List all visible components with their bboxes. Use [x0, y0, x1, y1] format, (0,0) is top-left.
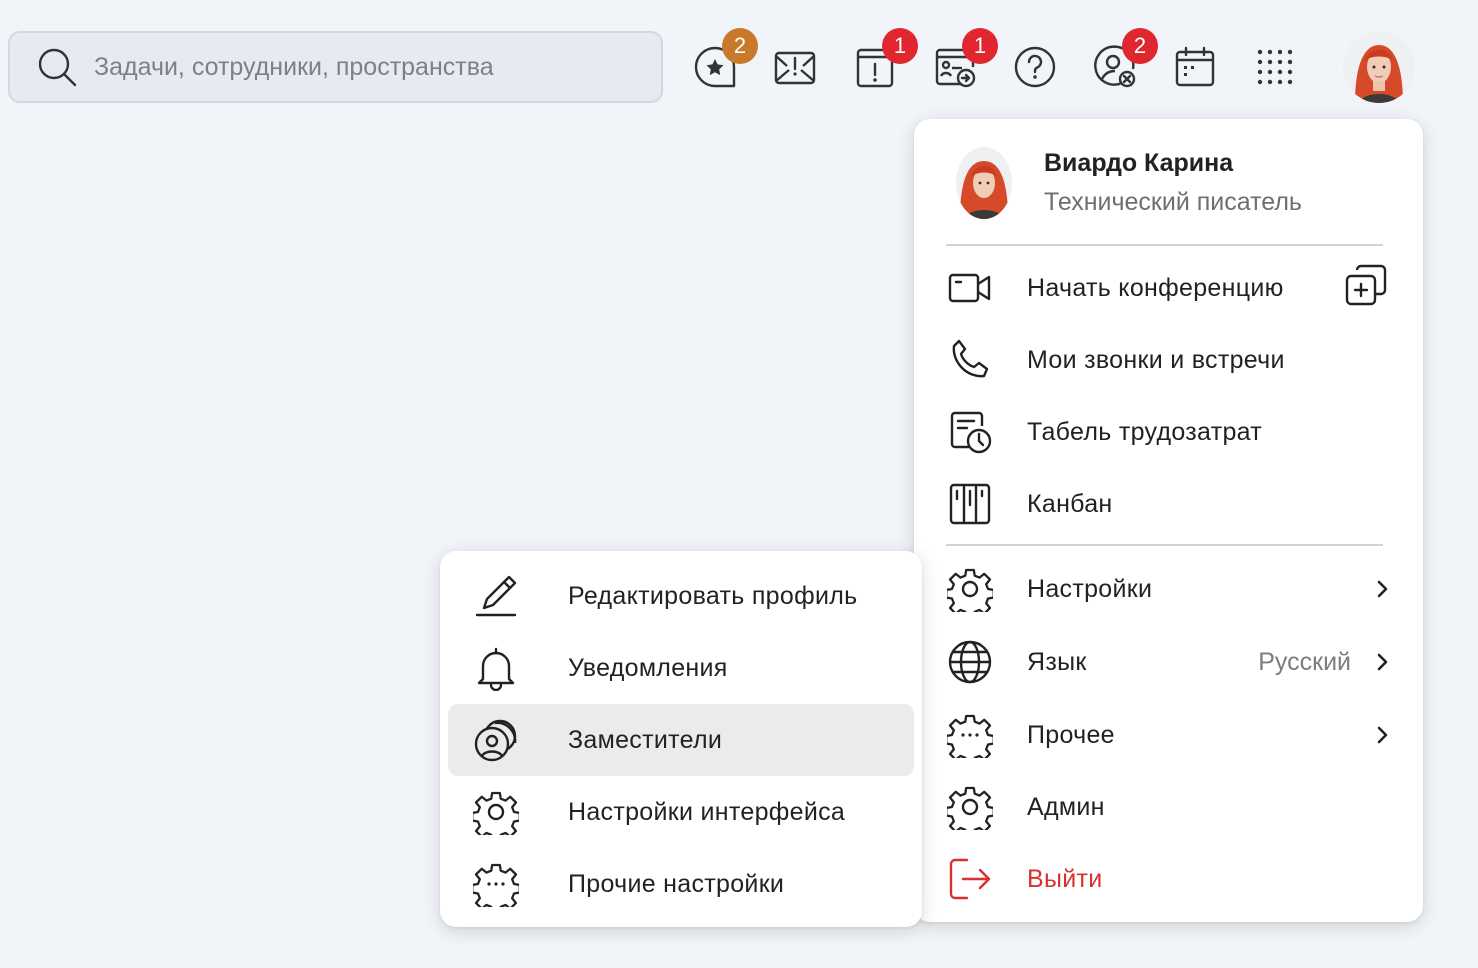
menu-item-label: Прочие настройки [568, 869, 785, 898]
menu-item-label: Редактировать профиль [568, 581, 858, 610]
gear-dots-icon [947, 714, 993, 758]
chevron-right-icon [1377, 580, 1388, 598]
mail-alert-button[interactable] [770, 42, 820, 92]
current-language: Русский [1258, 647, 1351, 676]
submenu-item-interface-settings[interactable]: Настройки интерфейса [440, 776, 922, 848]
user-profile-header: Виардо Карина Технический писатель [946, 147, 1302, 219]
menu-item-label: Табель трудозатрат [1027, 417, 1263, 446]
globe-icon [948, 640, 992, 684]
task-alert-button[interactable]: 1 [850, 28, 918, 92]
add-conference-icon[interactable] [1343, 262, 1389, 308]
timesheet-icon [950, 411, 992, 454]
request-transfer-button[interactable]: 1 [930, 28, 998, 92]
mail-alert-icon [774, 51, 816, 85]
chevron-right-icon [1377, 653, 1388, 671]
menu-item-label: Мои звонки и встречи [1027, 345, 1285, 374]
menu-item-label: Выйти [1027, 864, 1103, 893]
menu-item-label: Уведомления [568, 653, 728, 682]
gear-icon [947, 568, 993, 612]
calendar-button[interactable] [1170, 42, 1220, 92]
divider [946, 244, 1383, 246]
menu-item-label: Настройки [1027, 574, 1153, 603]
menu-item-label: Прочее [1027, 720, 1115, 749]
search-box[interactable] [8, 31, 663, 103]
settings-submenu: Редактировать профиль Уведомления Замест… [440, 551, 922, 927]
submenu-item-notifications[interactable]: Уведомления [440, 632, 922, 704]
menu-item-my-calls[interactable]: Мои звонки и встречи [914, 324, 1423, 396]
menu-item-settings[interactable]: Настройки [914, 553, 1423, 625]
menu-item-admin[interactable]: Админ [914, 771, 1423, 843]
user-menu: Виардо Карина Технический писатель Начат… [914, 119, 1423, 922]
video-icon [948, 273, 991, 303]
menu-item-logout[interactable]: Выйти [914, 843, 1423, 915]
kanban-icon [949, 483, 991, 525]
notification-badge: 1 [962, 28, 998, 64]
avatar [956, 147, 1012, 219]
menu-item-label: Начать конференцию [1027, 273, 1284, 302]
menu-item-language[interactable]: Язык Русский [914, 626, 1423, 698]
search-input[interactable] [94, 52, 614, 82]
submenu-item-other-settings[interactable]: Прочие настройки [440, 848, 922, 920]
gear-dots-icon [473, 863, 519, 907]
user-role: Технический писатель [1044, 188, 1302, 216]
pen-icon [475, 575, 517, 617]
gear-icon [947, 786, 993, 830]
bell-icon [477, 647, 515, 691]
notification-badge: 1 [882, 28, 918, 64]
apps-grid-icon [1257, 49, 1293, 85]
menu-item-kanban[interactable]: Канбан [914, 468, 1423, 540]
menu-item-label: Настройки интерфейса [568, 797, 846, 826]
user-name: Виардо Карина [1044, 149, 1234, 177]
gear-icon [473, 791, 519, 835]
notification-badge: 2 [722, 28, 758, 64]
phone-icon [952, 339, 989, 378]
menu-item-label: Админ [1027, 792, 1105, 821]
user-avatar-button[interactable] [1343, 31, 1415, 103]
menu-item-start-conference[interactable]: Начать конференцию [914, 252, 1423, 324]
help-button[interactable] [1010, 42, 1060, 92]
deputies-icon [474, 719, 517, 762]
notification-badge: 2 [1122, 28, 1158, 64]
apps-grid-button[interactable] [1250, 42, 1300, 92]
favorites-chat-button[interactable]: 2 [690, 28, 758, 92]
menu-item-label: Заместители [568, 725, 723, 754]
divider [946, 544, 1383, 546]
menu-item-label: Канбан [1027, 489, 1113, 518]
calendar-icon [1175, 46, 1215, 87]
logout-icon [949, 858, 991, 900]
menu-item-other[interactable]: Прочее [914, 699, 1423, 771]
avatar [1343, 31, 1415, 103]
menu-item-timesheet[interactable]: Табель трудозатрат [914, 396, 1423, 468]
search-icon [38, 48, 77, 87]
submenu-item-deputies[interactable]: Заместители [448, 704, 914, 776]
help-icon [1014, 46, 1056, 88]
user-absence-button[interactable]: 2 [1090, 28, 1158, 92]
submenu-item-edit-profile[interactable]: Редактировать профиль [440, 560, 922, 632]
menu-item-label: Язык [1027, 647, 1087, 676]
chevron-right-icon [1377, 726, 1388, 744]
